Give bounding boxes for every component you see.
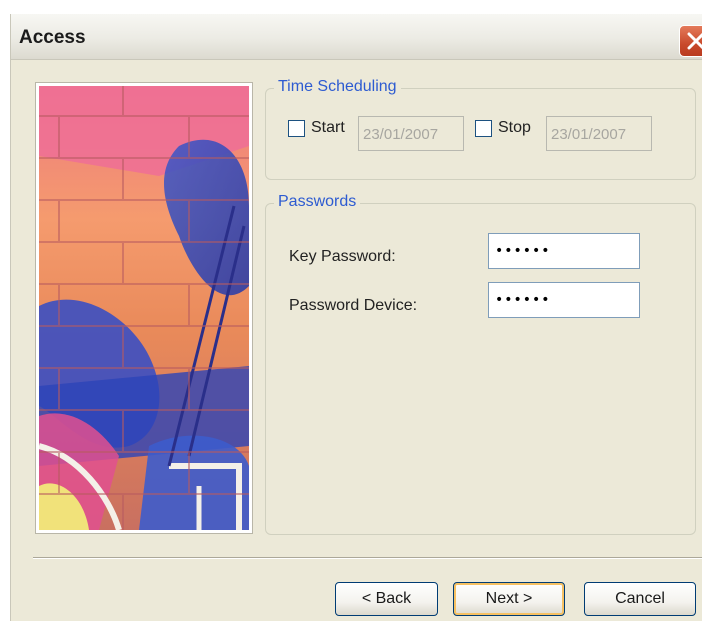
access-dialog: Access Time Scheduling Start 23/01/2007 … <box>10 14 702 621</box>
button-separator <box>33 557 702 559</box>
start-checkbox-control[interactable]: Start <box>288 119 345 137</box>
password-device-label: Password Device: <box>289 297 418 314</box>
start-checkbox[interactable] <box>288 119 305 137</box>
key-password-label: Key Password: <box>289 248 396 265</box>
stop-label: Stop <box>498 119 531 136</box>
close-button[interactable] <box>679 25 702 57</box>
passwords-group: Passwords Key Password: •••••• Password … <box>265 193 696 535</box>
time-scheduling-group: Time Scheduling Start 23/01/2007 Stop 23… <box>265 78 696 180</box>
stop-checkbox-control[interactable]: Stop <box>475 119 531 137</box>
password-device-input[interactable]: •••••• <box>488 282 640 318</box>
cancel-button[interactable]: Cancel <box>584 582 696 616</box>
start-label: Start <box>311 119 345 136</box>
graffiti-art-icon <box>38 86 249 531</box>
title-bar[interactable]: Access <box>11 14 702 60</box>
start-date-field[interactable]: 23/01/2007 <box>358 116 464 151</box>
next-button[interactable]: Next > <box>453 582 565 616</box>
key-password-input[interactable]: •••••• <box>488 233 640 269</box>
graffiti-wall-image <box>35 82 253 534</box>
time-scheduling-title: Time Scheduling <box>274 78 401 96</box>
stop-date-field[interactable]: 23/01/2007 <box>546 116 652 151</box>
stop-checkbox[interactable] <box>475 119 492 137</box>
window-title: Access <box>19 27 86 48</box>
passwords-title: Passwords <box>274 193 361 211</box>
close-icon <box>687 32 702 50</box>
back-button[interactable]: < Back <box>335 582 438 616</box>
